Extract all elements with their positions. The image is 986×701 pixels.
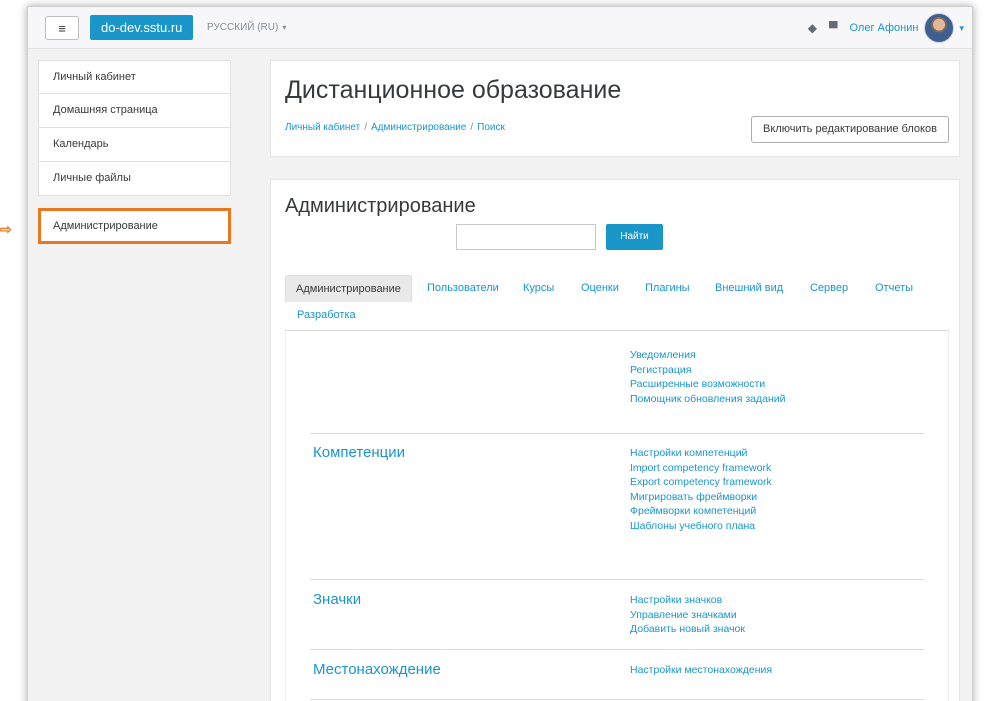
section-title[interactable]: Компетенции <box>313 444 405 461</box>
tab-reports[interactable]: Отчеты <box>875 275 913 302</box>
link-location-settings[interactable]: Настройки местонахождения <box>630 663 772 678</box>
link-advanced-features[interactable]: Расширенные возможности <box>630 377 785 392</box>
tab-plugins[interactable]: Плагины <box>645 275 690 302</box>
admin-title: Администрирование <box>285 195 476 217</box>
admin-search-input[interactable] <box>456 224 596 250</box>
sidebar-item-home[interactable]: Домашняя страница <box>38 94 231 128</box>
page-title: Дистанционное образование <box>285 76 622 104</box>
hamburger-icon[interactable]: ≡ <box>45 16 79 40</box>
caret-down-icon[interactable]: ▾ <box>959 23 964 34</box>
tab-users[interactable]: Пользователи <box>427 275 499 302</box>
tab-grades[interactable]: Оценки <box>581 275 619 302</box>
tab-development[interactable]: Разработка <box>297 302 356 329</box>
language-label: РУССКИЙ (RU) <box>207 22 279 33</box>
language-menu[interactable]: РУССКИЙ (RU) ▾ <box>207 22 286 33</box>
link-import-framework[interactable]: Import competency framework <box>630 461 772 476</box>
edit-blocks-button[interactable]: Включить редактирование блоков <box>751 116 949 143</box>
link-learning-plan-templates[interactable]: Шаблоны учебного плана <box>630 519 772 534</box>
user-name-link[interactable]: Олег Афонин <box>850 22 919 34</box>
link-list: Уведомления Регистрация Расширенные возм… <box>630 348 785 406</box>
breadcrumb-search[interactable]: Поиск <box>477 122 505 133</box>
link-badge-settings[interactable]: Настройки значков <box>630 593 745 608</box>
sidebar-item-private-files[interactable]: Личные файлы <box>38 162 231 196</box>
tab-administration[interactable]: Администрирование <box>285 275 412 302</box>
admin-tabs: Администрирование Пользователи Курсы Оце… <box>285 275 949 331</box>
link-list: Настройки местонахождения <box>630 663 772 678</box>
link-manage-badges[interactable]: Управление значками <box>630 608 745 623</box>
link-list: Настройки компетенций Import competency … <box>630 446 772 533</box>
section-competencies: Компетенции Настройки компетенций Import… <box>310 433 924 579</box>
breadcrumb-administration[interactable]: Администрирование <box>371 122 466 133</box>
link-competency-settings[interactable]: Настройки компетенций <box>630 446 772 461</box>
browser-frame: ≡ do-dev.sstu.ru РУССКИЙ (RU) ▾ ◆ ▀ Олег … <box>27 6 973 701</box>
tab-appearance[interactable]: Внешний вид <box>715 275 783 302</box>
section-location: Местонахождение Настройки местонахождени… <box>310 649 924 699</box>
link-competency-frameworks[interactable]: Фреймворки компетенций <box>630 504 772 519</box>
section-title[interactable]: Значки <box>313 591 361 608</box>
message-icon[interactable]: ▀ <box>829 21 838 35</box>
tab-server[interactable]: Сервер <box>810 275 848 302</box>
section-badges: Значки Настройки значков Управление знач… <box>310 579 924 649</box>
breadcrumb-dashboard[interactable]: Личный кабинет <box>285 122 360 133</box>
bell-icon[interactable]: ◆ <box>808 21 817 35</box>
top-navbar: ≡ do-dev.sstu.ru РУССКИЙ (RU) ▾ ◆ ▀ Олег … <box>28 7 972 49</box>
user-area: ◆ ▀ Олег Афонин ▾ <box>808 7 972 49</box>
search-button[interactable]: Найти <box>606 224 663 250</box>
link-migrate-frameworks[interactable]: Мигрировать фреймворки <box>630 490 772 505</box>
link-notifications[interactable]: Уведомления <box>630 348 785 363</box>
avatar[interactable] <box>924 13 955 43</box>
sidebar-item-calendar[interactable]: Календарь <box>38 128 231 162</box>
breadcrumb-separator: / <box>470 122 474 133</box>
section-title[interactable]: Местонахождение <box>313 661 441 678</box>
link-add-badge[interactable]: Добавить новый значок <box>630 622 745 637</box>
pointer-arrow-icon: ⇨ <box>0 221 12 237</box>
breadcrumb-separator: / <box>364 122 368 133</box>
tab-courses[interactable]: Курсы <box>523 275 554 302</box>
sidebar-item-administration[interactable]: Администрирование <box>38 208 231 244</box>
link-registration[interactable]: Регистрация <box>630 363 785 378</box>
breadcrumb: Личный кабинет / Администрирование / Поиск <box>285 122 505 133</box>
link-assignment-upgrade[interactable]: Помощник обновления заданий <box>630 392 785 407</box>
admin-card: Администрирование Найти Администрировани… <box>270 179 960 701</box>
admin-content: Уведомления Регистрация Расширенные возм… <box>285 331 949 701</box>
section-general: Уведомления Регистрация Расширенные возм… <box>310 331 924 433</box>
page-header-card: Дистанционное образование Личный кабинет… <box>270 60 960 157</box>
caret-down-icon: ▾ <box>282 23 287 32</box>
link-list: Настройки значков Управление значками До… <box>630 593 745 637</box>
site-brand-link[interactable]: do-dev.sstu.ru <box>90 15 194 40</box>
link-export-framework[interactable]: Export competency framework <box>630 475 772 490</box>
sidebar: Личный кабинет Домашняя страница Календа… <box>38 60 231 244</box>
sidebar-item-dashboard[interactable]: Личный кабинет <box>38 60 231 94</box>
